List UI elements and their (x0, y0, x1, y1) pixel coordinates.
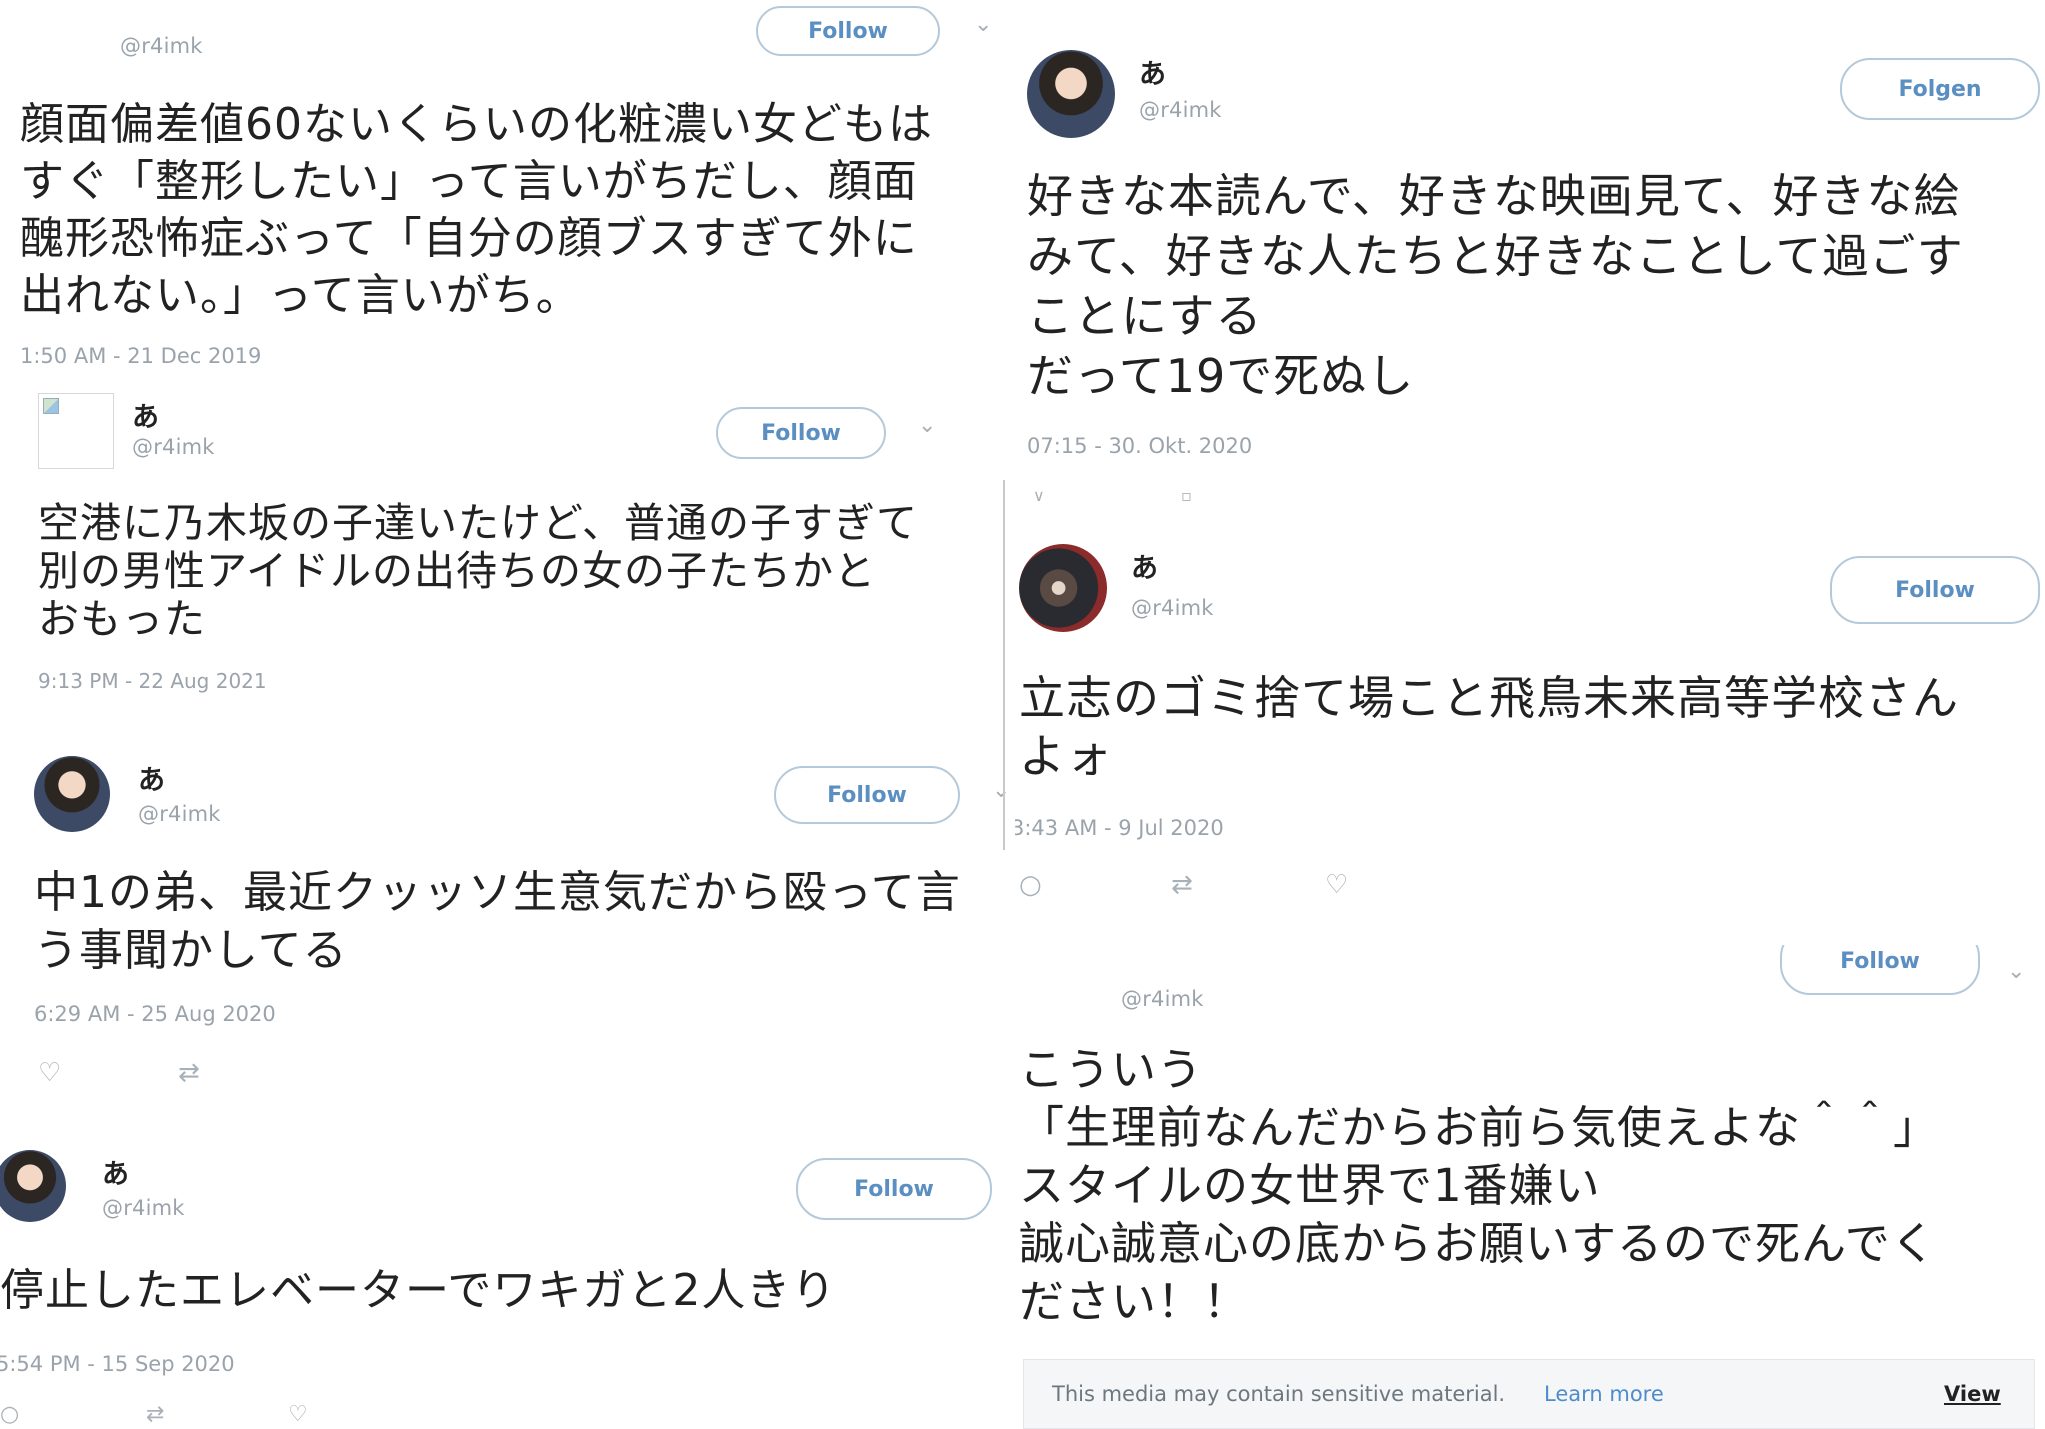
follow-button[interactable]: Follow (774, 766, 960, 824)
tweet-text-line: ことにする (1027, 289, 1263, 343)
tweet-timestamp[interactable]: 6:29 AM - 25 Aug 2020 (34, 1002, 276, 1026)
tweet-text-line: 出れない。」って言いがち。 (20, 270, 581, 321)
tweet-handle[interactable]: @r4imk (1121, 987, 1204, 1011)
tweet-author-name[interactable]: あ (132, 395, 159, 434)
tweet-text-line: 中1の弟、最近クッッソ生意気だから殴って言 (34, 867, 961, 918)
follow-button[interactable]: Folgen (1840, 58, 2040, 120)
chevron-down-icon[interactable]: ⌄ (918, 413, 936, 438)
tweet-text-line: ださい！！ (1019, 1275, 1250, 1328)
chevron-down-icon[interactable]: ⌄ (974, 12, 992, 37)
reply-icon[interactable]: ○ (1019, 870, 1042, 900)
tweet-timestamp[interactable]: 1:50 AM - 21 Dec 2019 (20, 344, 261, 368)
tweet-card: あ @r4imk Folgen 好きな本読んで、好きな映画見て、好きな絵 みて、… (1015, 0, 2045, 515)
avatar[interactable] (34, 756, 110, 832)
tweet-timestamp[interactable]: 9:13 PM - 22 Aug 2021 (38, 669, 267, 693)
tweet-card: あ @r4imk Follow 停止したエレベーターでワキガと2人きり 5:54… (0, 1122, 1010, 1429)
retweet-icon[interactable]: ⇄ (146, 1402, 164, 1427)
notice-text: This media may contain sensitive materia… (1052, 1382, 1506, 1406)
tweet-handle[interactable]: @r4imk (102, 1196, 185, 1220)
tweet-text-line: 停止したエレベーターでワキガと2人きり (0, 1265, 837, 1316)
sensitive-media-notice: This media may contain sensitive materia… (1023, 1359, 2035, 1429)
tweet-card: あ @r4imk Follow 立志のゴミ捨て場こと飛鳥未来高等学校さん よォ … (1015, 528, 2045, 938)
chevron-down-icon[interactable]: ⌄ (992, 778, 1010, 803)
tweet-handle: @r4imk (120, 34, 203, 58)
retweet-icon[interactable]: ⇄ (178, 1058, 200, 1088)
tweet-card: @r4imk Follow ⌄ 顔面偏差値60ないくらいの化粧濃い女どもは すぐ… (0, 0, 1000, 370)
follow-button[interactable]: Follow (756, 6, 940, 56)
tweet-timestamp[interactable]: 3:43 AM - 9 Jul 2020 (1015, 816, 1224, 840)
view-button[interactable]: View (1944, 1382, 2001, 1406)
tweet-text-line: 誠心誠意心の底からお願いするので死んでく (1019, 1217, 1937, 1270)
tweet-text-line: 「生理前なんだからお前ら気使えよな＾＾」 (1019, 1101, 1940, 1154)
tweet-author-name[interactable]: あ (1139, 52, 1166, 91)
tweet-text-line: だって19で死ぬし (1027, 349, 1415, 403)
tweet-author-name[interactable]: あ (1131, 546, 1158, 585)
column-divider (1003, 480, 1005, 850)
tweet-handle[interactable]: @r4imk (138, 802, 221, 826)
tweet-handle[interactable]: @r4imk (1131, 596, 1214, 620)
tweet-author-name[interactable]: あ (102, 1152, 129, 1191)
follow-button[interactable]: Follow (1830, 556, 2040, 624)
follow-button[interactable]: Follow (716, 407, 886, 459)
avatar[interactable] (0, 1150, 66, 1222)
tweet-handle[interactable]: @r4imk (132, 435, 215, 459)
tweet-timestamp[interactable]: 5:54 PM - 15 Sep 2020 (0, 1352, 235, 1376)
tweet-text-line: 醜形恐怖症ぶって「自分の顔ブスすぎて外に (20, 213, 918, 264)
tweet-handle[interactable]: @r4imk (1139, 98, 1222, 122)
learn-more-link[interactable]: Learn more (1544, 1382, 1664, 1406)
tweet-text-line: すぐ「整形したい」って言いがちだし、顔面 (20, 156, 918, 207)
tweet-card: @r4imk Follow ⌄ こういう 「生理前なんだからお前ら気使えよな＾＾… (1015, 945, 2045, 1429)
tweet-text-line: おもった (38, 595, 206, 643)
like-icon[interactable]: ♡ (288, 1402, 308, 1427)
retweet-icon[interactable]: ▫ (1181, 486, 1192, 505)
avatar[interactable] (1027, 50, 1115, 138)
tweet-card: あ @r4imk Follow ⌄ 中1の弟、最近クッッソ生意気だから殴って言 … (0, 742, 1010, 1120)
avatar[interactable] (38, 393, 114, 469)
tweet-text-line: スタイルの女世界で1番嫌い (1019, 1159, 1601, 1212)
follow-button[interactable]: Follow (1780, 945, 1980, 995)
follow-button[interactable]: Follow (796, 1158, 992, 1220)
chevron-down-icon[interactable]: ⌄ (2007, 959, 2025, 984)
tweet-text-line: 立志のゴミ捨て場こと飛鳥未来高等学校さん (1019, 671, 1959, 725)
reply-icon[interactable]: ∨ (1033, 486, 1045, 505)
tweet-text-line: よォ (1019, 729, 1113, 783)
tweet-author-name[interactable]: あ (138, 758, 165, 797)
like-icon[interactable]: ♡ (38, 1058, 61, 1088)
tweet-text-line: 好きな本読んで、好きな映画見て、好きな絵 (1027, 169, 1961, 223)
avatar[interactable] (1019, 544, 1107, 632)
tweet-text-line: こういう (1019, 1043, 1204, 1096)
reply-icon[interactable]: ○ (0, 1402, 19, 1427)
like-icon[interactable]: ♡ (1325, 870, 1348, 900)
tweet-text-line: 顔面偏差値60ないくらいの化粧濃い女どもは (20, 99, 933, 150)
retweet-icon[interactable]: ⇄ (1171, 870, 1193, 900)
tweet-timestamp[interactable]: 07:15 - 30. Okt. 2020 (1027, 434, 1252, 458)
tweet-text-line: う事聞かしてる (34, 925, 348, 976)
tweet-card: あ @r4imk Follow ⌄ 空港に乃木坂の子達いたけど、普通の子すぎて … (0, 375, 1000, 740)
tweet-text-line: みて、好きな人たちと好きなことして過ごす (1027, 229, 1964, 283)
